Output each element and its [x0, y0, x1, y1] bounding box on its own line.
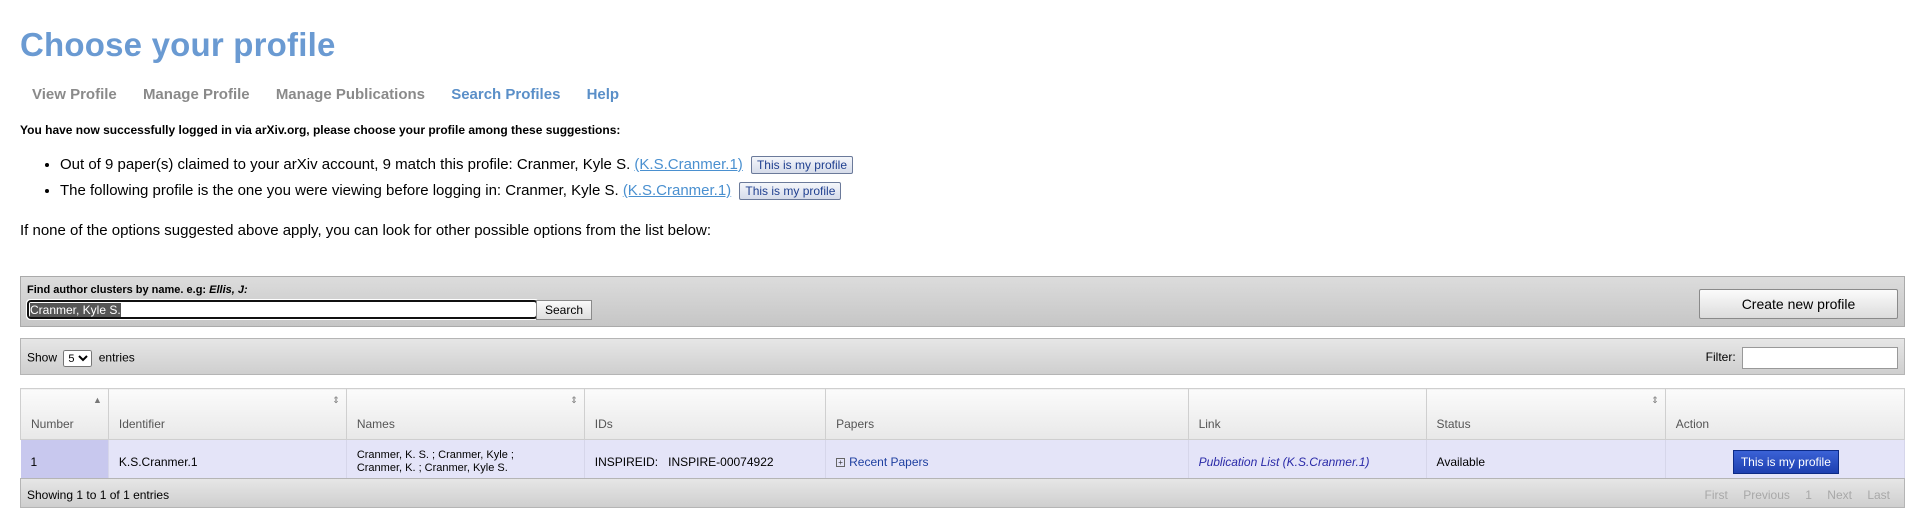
- filter-control: Filter:: [1706, 347, 1898, 369]
- this-is-my-profile-button[interactable]: This is my profile: [750, 156, 853, 175]
- recent-papers-link[interactable]: Recent Papers: [849, 455, 928, 469]
- pager-previous[interactable]: Previous: [1743, 488, 1790, 502]
- create-new-profile-button[interactable]: Create new profile: [1699, 289, 1898, 319]
- author-name-input[interactable]: [26, 299, 539, 320]
- table-footer: Showing 1 to 1 of 1 entries First Previo…: [20, 478, 1905, 508]
- suggestion-text: Out of 9 paper(s) claimed to your arXiv …: [60, 156, 631, 173]
- profile-link[interactable]: (K.S.Cranmer.1): [634, 156, 742, 173]
- author-search-panel: Find author clusters by name. e.g: Ellis…: [20, 276, 1905, 327]
- suggestion-text: The following profile is the one you wer…: [60, 182, 619, 199]
- col-header-link: Link: [1187, 388, 1427, 440]
- suggestion-list: Out of 9 paper(s) claimed to your arXiv …: [20, 152, 853, 204]
- search-hint: If none of the options suggested above a…: [20, 222, 711, 239]
- col-header-identifier[interactable]: Identifier ⇕: [107, 388, 347, 440]
- pager-next[interactable]: Next: [1827, 488, 1852, 502]
- col-header-number[interactable]: Number ▲: [20, 388, 109, 440]
- col-header-names[interactable]: Names ⇕: [345, 388, 585, 440]
- profile-nav: View Profile Manage Profile Manage Publi…: [32, 86, 641, 103]
- suggestion-item: Out of 9 paper(s) claimed to your arXiv …: [60, 152, 853, 178]
- entries-length-control: Show 5 entries: [27, 350, 135, 367]
- sort-both-icon: ⇕: [1651, 395, 1659, 405]
- expand-icon[interactable]: +: [836, 458, 846, 467]
- sort-both-icon: ⇕: [570, 395, 578, 405]
- table-info: Showing 1 to 1 of 1 entries: [27, 488, 170, 502]
- pager-first[interactable]: First: [1705, 488, 1728, 502]
- publication-list-link[interactable]: Publication List (K.S.Cranmer.1): [1199, 455, 1370, 469]
- nav-manage-publications[interactable]: Manage Publications: [276, 86, 425, 103]
- col-header-action: Action: [1664, 388, 1906, 440]
- pager-page-1[interactable]: 1: [1805, 488, 1812, 502]
- nav-search-profiles[interactable]: Search Profiles: [451, 86, 560, 103]
- entries-select[interactable]: 5: [63, 350, 93, 367]
- sort-asc-icon: ▲: [92, 395, 102, 405]
- suggestion-item: The following profile is the one you wer…: [60, 178, 853, 204]
- filter-input[interactable]: [1742, 347, 1898, 369]
- search-button[interactable]: Search: [536, 300, 593, 320]
- nav-manage-profile[interactable]: Manage Profile: [143, 86, 250, 103]
- nav-help[interactable]: Help: [587, 86, 620, 103]
- sort-both-icon: ⇕: [332, 395, 340, 405]
- col-header-ids: IDs: [583, 388, 827, 440]
- login-notice: You have now successfully logged in via …: [20, 123, 621, 137]
- profile-link[interactable]: (K.S.Cranmer.1): [623, 182, 731, 199]
- col-header-papers: Papers: [825, 388, 1189, 440]
- col-header-status[interactable]: Status ⇕: [1425, 388, 1666, 440]
- table-toolbar: Show 5 entries Filter:: [20, 338, 1905, 375]
- page-title: Choose your profile: [20, 26, 336, 63]
- search-example: Ellis, J:: [209, 284, 248, 296]
- pagination: First Previous 1 Next Last: [1693, 488, 1890, 502]
- nav-view-profile[interactable]: View Profile: [32, 86, 117, 103]
- table-header-row: Number ▲ Identifier ⇕ Names ⇕ IDs Papers Li…: [20, 388, 1906, 440]
- pager-last[interactable]: Last: [1867, 488, 1890, 502]
- this-is-my-profile-button[interactable]: This is my profile: [739, 182, 842, 201]
- profiles-table: Number ▲ Identifier ⇕ Names ⇕ IDs Papers Li…: [20, 388, 1906, 484]
- this-is-my-profile-button[interactable]: This is my profile: [1732, 450, 1839, 474]
- search-label: Find author clusters by name. e.g: Ellis…: [27, 284, 248, 296]
